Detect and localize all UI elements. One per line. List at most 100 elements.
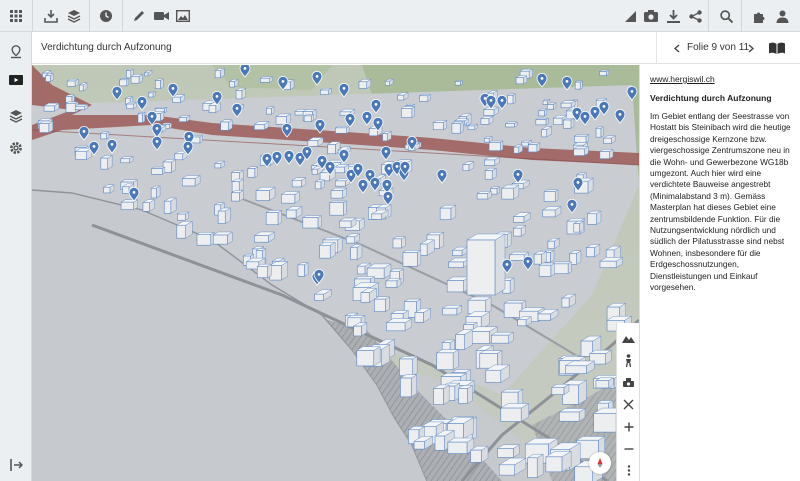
building	[598, 69, 610, 77]
chevron-right-icon	[748, 43, 754, 53]
building	[599, 256, 624, 269]
building	[119, 156, 134, 164]
slide-description-panel: www.hergiswil.ch Verdichtung durch Aufzo…	[639, 65, 800, 481]
book-icon[interactable]	[768, 40, 786, 56]
compass-button[interactable]	[589, 452, 611, 474]
map-view[interactable]	[32, 65, 639, 481]
building	[280, 191, 301, 204]
building	[446, 276, 471, 293]
apps-icon[interactable]	[4, 4, 28, 28]
building	[120, 199, 139, 211]
building	[328, 200, 348, 216]
3d-city-scene[interactable]	[32, 65, 639, 481]
building	[137, 111, 146, 124]
building	[297, 262, 310, 277]
building	[265, 106, 275, 115]
building	[176, 211, 190, 221]
fullscreen-icon[interactable]	[619, 395, 638, 414]
building	[334, 125, 351, 134]
building	[291, 177, 307, 188]
building	[526, 453, 545, 479]
building	[598, 148, 614, 160]
building	[400, 106, 416, 118]
building	[544, 450, 573, 473]
chevron-left-icon	[674, 43, 680, 53]
map-controls	[616, 323, 639, 481]
building	[574, 80, 584, 90]
previous-slide-button[interactable]	[671, 40, 683, 56]
zoom-out-icon[interactable]	[619, 439, 638, 458]
building	[483, 156, 501, 166]
building	[301, 215, 323, 229]
location-icon[interactable]	[4, 40, 28, 64]
building	[543, 189, 559, 202]
building	[338, 217, 357, 228]
share-icon[interactable]	[683, 4, 707, 28]
building	[402, 249, 422, 267]
building	[537, 108, 548, 117]
building	[125, 101, 138, 110]
building	[74, 104, 89, 111]
website-link[interactable]: www.hergiswil.ch	[650, 74, 791, 84]
building	[118, 78, 130, 87]
pedestrian-icon[interactable]	[619, 351, 638, 370]
building	[231, 178, 245, 192]
building	[259, 76, 274, 83]
camera-icon[interactable]	[639, 4, 663, 28]
building	[38, 120, 54, 133]
zoom-in-icon[interactable]	[619, 417, 638, 436]
compass-icon	[597, 458, 603, 468]
building	[490, 331, 515, 344]
search-icon[interactable]	[714, 4, 738, 28]
image-icon[interactable]	[171, 4, 195, 28]
slide-counter: Folie 9 von 11	[687, 42, 750, 53]
more-icon[interactable]	[619, 461, 638, 480]
building	[515, 75, 528, 85]
building	[595, 126, 605, 138]
building	[212, 231, 234, 245]
building	[398, 355, 419, 377]
download-icon[interactable]	[661, 4, 685, 28]
building	[484, 167, 498, 180]
pencil-icon[interactable]	[127, 4, 151, 28]
slide-header: Verdichtung durch Aufzonung Folie 9 von …	[32, 32, 800, 64]
building	[319, 87, 333, 96]
building	[450, 121, 465, 134]
layers-icon[interactable]	[62, 4, 86, 28]
history-icon[interactable]	[94, 4, 118, 28]
building	[373, 296, 391, 313]
user-icon[interactable]	[770, 4, 794, 28]
settings-icon[interactable]	[4, 136, 28, 160]
left-sidebar	[0, 32, 32, 481]
building	[64, 94, 76, 103]
presentation-icon[interactable]	[4, 69, 28, 93]
building	[228, 78, 239, 88]
building	[74, 147, 93, 160]
building	[466, 233, 506, 296]
building	[435, 349, 460, 371]
building	[147, 91, 157, 98]
building	[467, 296, 492, 315]
building	[178, 115, 191, 123]
building	[432, 384, 451, 406]
terrain-icon[interactable]	[619, 329, 638, 348]
drone-icon[interactable]	[619, 373, 638, 392]
layers-icon[interactable]	[4, 104, 28, 128]
building	[392, 236, 407, 249]
next-slide-button[interactable]	[745, 40, 757, 56]
collapse-icon[interactable]	[4, 453, 28, 477]
puzzle-icon[interactable]	[747, 4, 771, 28]
building	[381, 130, 393, 142]
building	[352, 322, 368, 337]
building	[66, 78, 80, 87]
building	[384, 278, 402, 288]
building	[562, 117, 575, 129]
download-upload-icon[interactable]	[39, 4, 63, 28]
building	[479, 115, 494, 125]
building	[496, 444, 521, 458]
video-camera-icon[interactable]	[149, 4, 173, 28]
building	[130, 73, 144, 84]
top-toolbar	[0, 0, 800, 32]
building	[446, 437, 475, 455]
building	[499, 403, 530, 422]
